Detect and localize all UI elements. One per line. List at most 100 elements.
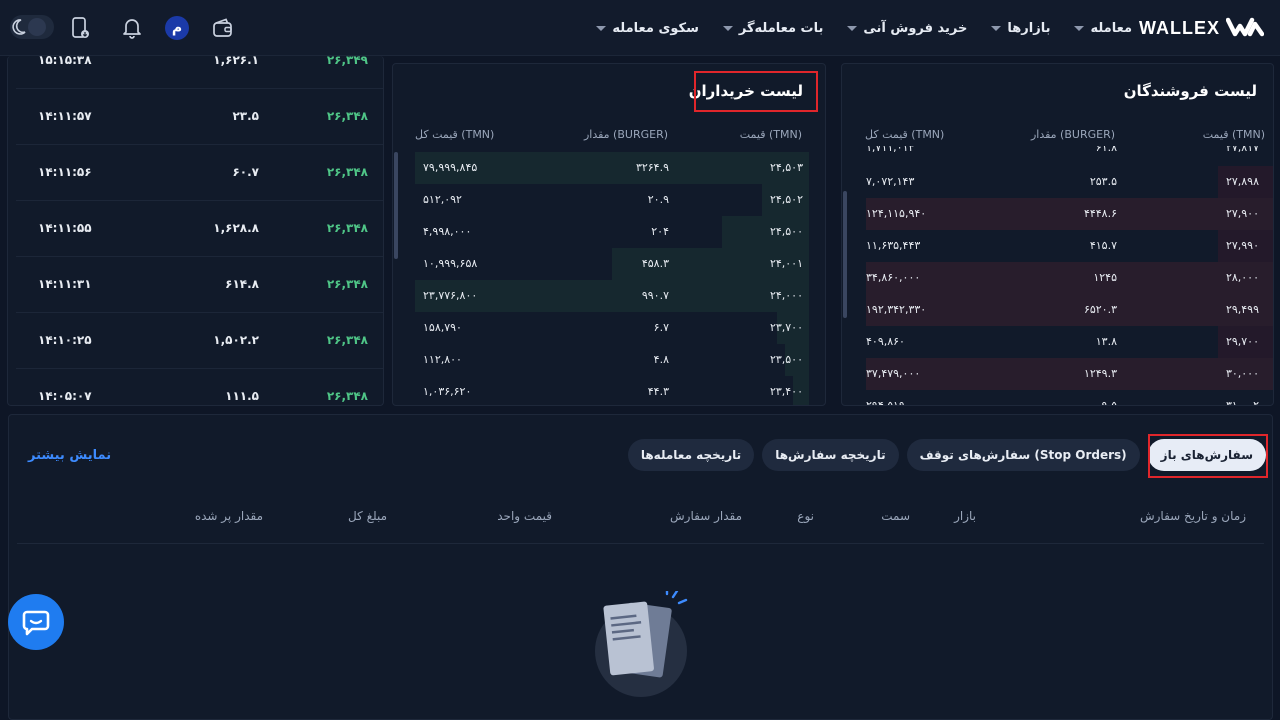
sell-price: ۲۸,۰۰۰ (1225, 271, 1259, 284)
trade-price: ۲۶,۳۴۸ (326, 277, 368, 291)
buy-price: ۲۴,۰۰۰ (769, 289, 803, 302)
orderbook-row[interactable]: ۳۴,۸۶۰,۰۰۰ ۱۲۴۵ ۲۸,۰۰۰ (866, 262, 1273, 294)
buy-total: ۲۳,۷۷۶,۸۰۰ (423, 289, 478, 302)
buy-price: ۲۳,۷۰۰ (769, 321, 803, 334)
trade-row[interactable]: ۱۵:۱۵:۳۸ ۱,۶۲۶.۱ ۲۶,۳۴۹ (16, 56, 383, 89)
trade-price: ۲۶,۳۴۸ (326, 109, 368, 123)
buy-price: ۲۴,۵۰۳ (769, 161, 803, 174)
tab-stop-orders[interactable]: سفارش‌های توقف (Stop Orders) (906, 439, 1140, 471)
tab-label: تاریخچه سفارش‌ها (775, 448, 886, 462)
nav-item-label: خرید فروش آنی (863, 20, 968, 36)
trade-row[interactable]: ۱۴:۱۰:۲۵ ۱,۵۰۲.۲ ۲۶,۳۴۸ (16, 313, 383, 369)
trade-row[interactable]: ۱۴:۱۱:۵۵ ۱,۶۲۸.۸ ۲۶,۳۴۸ (16, 201, 383, 257)
highlight-box-buyers-title (694, 71, 818, 112)
tab-trade-history[interactable]: تاریخچه معامله‌ها (627, 439, 755, 471)
col-header-side: سمت (881, 509, 910, 523)
sell-total: ۷,۰۷۲,۱۴۳ (866, 175, 915, 188)
support-chat-button[interactable] (8, 594, 64, 650)
orderbook-row[interactable]: ۷۹,۹۹۹,۸۴۵ ۳۲۶۴.۹ ۲۴,۵۰۳ (415, 152, 809, 184)
buy-total: ۱۰,۹۹۹,۶۵۸ (423, 257, 478, 270)
trade-row[interactable]: ۱۴:۱۱:۵۶ ۶۰.۷ ۲۶,۳۴۸ (16, 145, 383, 201)
trade-amount: ۱,۶۲۶.۱ (213, 56, 259, 67)
buy-price: ۲۳,۵۰۰ (769, 353, 803, 366)
wallet-icon[interactable] (209, 14, 237, 42)
nav-item-instant-trade[interactable]: خرید فروش آنی (847, 21, 967, 36)
row-inner: ۱,۷۱۱,۰۱۳ ۶۱.۸ ۲۷,۸۱۷ (866, 146, 1273, 164)
orderbook-row[interactable]: ۱۱,۶۳۵,۴۴۳ ۴۱۵.۷ ۲۷,۹۹۰ (866, 230, 1273, 262)
nav-item-trading-platform[interactable]: سکوی معامله (596, 21, 699, 36)
nav-item-trading-bot[interactable]: بات معامله‌گر (722, 20, 824, 36)
trade-amount: ۱,۵۰۲.۲ (213, 333, 259, 347)
orderbook-row[interactable]: ۲۳,۷۷۶,۸۰۰ ۹۹۰.۷ ۲۴,۰۰۰ (415, 280, 809, 312)
orderbook-row-partial[interactable]: ۲۹۴,۵۱۹ ۹.۵ ۳۱,۰۰۲ (866, 390, 1273, 406)
main-menu: معامله بازارها خرید فروش آنی بات معامله‌… (596, 0, 1132, 56)
scrollbar[interactable] (394, 152, 398, 259)
bell-icon[interactable] (118, 14, 146, 42)
trade-time: ۱۴:۱۱:۵۷ (38, 109, 92, 123)
depth-bar (866, 358, 1273, 390)
phone-download-icon[interactable] (66, 14, 94, 42)
sell-price: ۲۷,۹۰۰ (1225, 207, 1259, 220)
orderbook-row[interactable]: ۴,۹۹۸,۰۰۰ ۲۰۴ ۲۴,۵۰۰ (415, 216, 809, 248)
trade-amount: ۱,۶۲۸.۸ (213, 221, 259, 235)
nav-item-label: معامله (1090, 20, 1132, 36)
sell-price: ۳۱,۰۰۲ (1225, 399, 1259, 406)
sell-amount: ۱۲۴۵ (1093, 271, 1117, 284)
orderbook-row-partial[interactable]: ۱,۷۱۱,۰۱۳ ۶۱.۸ ۲۷,۸۱۷ (866, 146, 1273, 166)
orderbook-row[interactable]: ۱۵۸,۷۹۰ ۶.۷ ۲۳,۷۰۰ (415, 312, 809, 344)
buy-total: ۱۵۸,۷۹۰ (423, 321, 462, 334)
sell-price: ۲۷,۹۹۰ (1225, 239, 1259, 252)
buy-amount: ۳۲۶۴.۹ (635, 161, 669, 174)
orderbook-row[interactable]: ۱۲۴,۱۱۵,۹۴۰ ۴۴۴۸.۶ ۲۷,۹۰۰ (866, 198, 1273, 230)
sell-amount: ۴۴۴۸.۶ (1083, 207, 1117, 220)
sellers-orderbook: لیست فروشندگان قیمت (TMN) مقدار (BURGER)… (841, 63, 1274, 406)
orderbook-row[interactable]: ۵۱۲,۰۹۲ ۲۰.۹ ۲۴,۵۰۲ (415, 184, 809, 216)
sell-total: ۱۲۴,۱۱۵,۹۴۰ (866, 207, 927, 220)
trade-time: ۱۴:۱۱:۵۵ (38, 221, 92, 235)
sell-amount: ۶۱.۸ (1095, 146, 1117, 154)
col-header-order-date: زمان و تاریخ سفارش (1139, 509, 1246, 523)
moon-icon (8, 17, 28, 41)
orderbook-row[interactable]: ۱۱۲,۸۰۰ ۴.۸ ۲۳,۵۰۰ (415, 344, 809, 376)
col-header-type: نوع (797, 509, 814, 523)
buy-amount: ۲۰.۹ (647, 193, 669, 206)
chevron-down-icon (722, 25, 733, 31)
buy-amount: ۴۵۸.۳ (641, 257, 669, 270)
trade-price: ۲۶,۳۴۸ (326, 333, 368, 347)
trade-amount: ۶۰.۷ (232, 165, 259, 179)
highlight-box-open-orders (1148, 434, 1268, 478)
col-header-total-amount: مبلغ کل (347, 509, 387, 523)
brand-logo[interactable]: WALLEX (1139, 14, 1264, 42)
nav-item-label: بات معامله‌گر (738, 20, 824, 36)
trade-price: ۲۶,۳۴۹ (326, 56, 368, 67)
buy-price: ۲۴,۵۰۰ (769, 225, 803, 238)
col-header-market: بازار (954, 509, 976, 523)
trade-time: ۱۴:۱۱:۵۶ (38, 165, 92, 179)
show-more-link[interactable]: نمایش بیشتر (28, 448, 111, 463)
nav-item-markets[interactable]: بازارها (991, 21, 1050, 36)
scrollbar[interactable] (843, 191, 847, 318)
orderbook-row[interactable]: ۱۹۲,۳۴۲,۳۳۰ ۶۵۲۰.۳ ۲۹,۴۹۹ (866, 294, 1273, 326)
theme-toggle[interactable] (10, 15, 54, 39)
orderbook-row[interactable]: ۱۰,۹۹۹,۶۵۸ ۴۵۸.۳ ۲۴,۰۰۱ (415, 248, 809, 280)
trade-price: ۲۶,۳۴۸ (326, 221, 368, 235)
sell-price: ۳۰,۰۰۰ (1225, 367, 1259, 380)
sell-price: ۲۹,۴۹۹ (1225, 303, 1259, 316)
profile-avatar[interactable]: م (163, 14, 191, 42)
orderbook-row[interactable]: ۳۷,۴۷۹,۰۰۰ ۱۲۴۹.۳ ۳۰,۰۰۰ (866, 358, 1273, 390)
buyers-rows: ۷۹,۹۹۹,۸۴۵ ۳۲۶۴.۹ ۲۴,۵۰۳ ۵۱۲,۰۹۲ ۲۰.۹ ۲۴,۵۰۲ ۴… (393, 64, 825, 405)
buy-total: ۱,۰۳۶,۶۲۰ (423, 385, 472, 398)
trade-row[interactable]: ۱۴:۱۱:۵۷ ۲۳.۵ ۲۶,۳۴۸ (16, 89, 383, 145)
chevron-down-icon (847, 25, 858, 31)
trade-row[interactable]: ۱۴:۱۱:۳۱ ۶۱۴.۸ ۲۶,۳۴۸ (16, 257, 383, 313)
orderbook-row[interactable]: ۷,۰۷۲,۱۴۳ ۲۵۳.۵ ۲۷,۸۹۸ (866, 166, 1273, 198)
orderbook-row[interactable]: ۴۰۹,۸۶۰ ۱۳.۸ ۲۹,۷۰۰ (866, 326, 1273, 358)
tab-order-history[interactable]: تاریخچه سفارش‌ها (762, 439, 899, 471)
trade-row[interactable]: ۱۴:۰۵:۰۷ ۱۱۱.۵ ۲۶,۳۴۸ (16, 369, 383, 405)
orderbook-row[interactable]: ۱,۰۳۶,۶۲۰ ۴۴.۳ ۲۳,۴۰۰ (415, 376, 809, 405)
depth-bar (866, 198, 1273, 230)
nav-item-trade[interactable]: معامله (1074, 21, 1132, 36)
buy-amount: ۶.۷ (653, 321, 669, 334)
buy-price: ۲۳,۴۰۰ (769, 385, 803, 398)
trade-time: ۱۴:۰۵:۰۷ (38, 389, 92, 403)
